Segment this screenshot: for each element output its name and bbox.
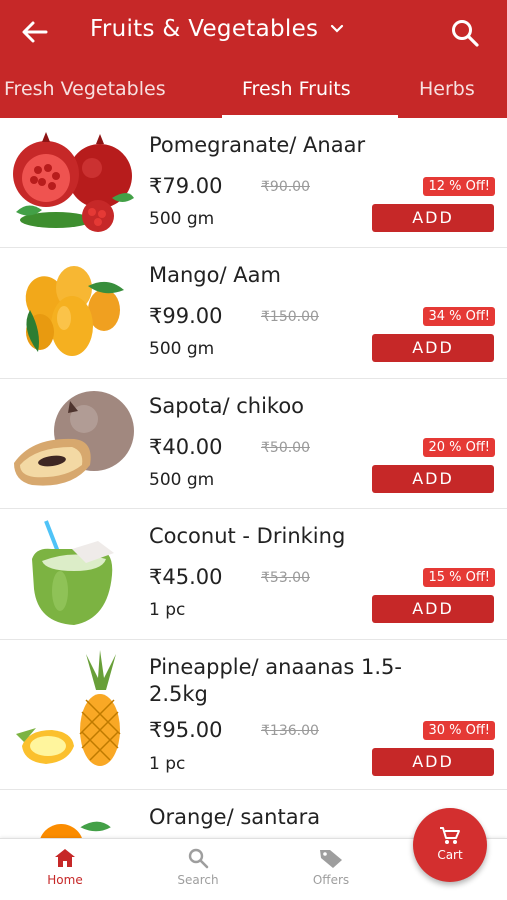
discount-badge: 20 % Off! bbox=[423, 438, 495, 457]
product-card: Sapota/ chikoo ₹40.00 ₹50.00 20 % Off! 5… bbox=[0, 379, 507, 509]
nav-home[interactable]: Home bbox=[20, 847, 110, 887]
cart-label: Cart bbox=[437, 848, 463, 862]
page-title: Fruits & Vegetables bbox=[90, 16, 319, 42]
nav-offers[interactable]: Offers bbox=[286, 847, 376, 887]
product-card: Coconut - Drinking ₹45.00 ₹53.00 15 % Of… bbox=[0, 509, 507, 640]
product-mrp: ₹150.00 bbox=[261, 309, 319, 325]
app-bar: Fruits & Vegetables Fresh Vegetables Fre… bbox=[0, 0, 507, 118]
add-to-cart-button[interactable]: ADD bbox=[372, 748, 494, 776]
product-name: Orange/ santara bbox=[149, 805, 321, 829]
coconut-image bbox=[32, 520, 114, 625]
pomegranate-image bbox=[13, 132, 134, 232]
sapota-image bbox=[14, 391, 134, 486]
product-name: Sapota/ chikoo bbox=[149, 394, 305, 418]
product-price: ₹95.00 bbox=[149, 718, 223, 742]
back-arrow-icon[interactable] bbox=[20, 17, 50, 47]
product-mrp: ₹50.00 bbox=[261, 440, 310, 456]
mango-image bbox=[25, 266, 124, 356]
discount-badge: 34 % Off! bbox=[423, 307, 495, 326]
pineapple-image bbox=[16, 650, 121, 766]
product-name: Pineapple/ anaanas 1.5-2.5kg bbox=[149, 655, 402, 706]
product-quantity: 1 pc bbox=[149, 754, 186, 774]
cart-button[interactable]: Cart bbox=[413, 808, 487, 882]
product-name: Coconut - Drinking bbox=[149, 524, 346, 548]
add-to-cart-button[interactable]: ADD bbox=[372, 204, 494, 232]
cart-icon bbox=[440, 827, 460, 844]
product-price: ₹79.00 bbox=[149, 174, 223, 198]
product-price: ₹40.00 bbox=[149, 435, 223, 459]
add-to-cart-button[interactable]: ADD bbox=[372, 595, 494, 623]
category-selector[interactable]: Fruits & Vegetables bbox=[90, 16, 344, 42]
product-card: Pineapple/ anaanas 1.5-2.5kg ₹95.00 ₹136… bbox=[0, 640, 507, 790]
product-card: Mango/ Aam ₹99.00 ₹150.00 34 % Off! 500 … bbox=[0, 248, 507, 379]
product-quantity: 500 gm bbox=[149, 209, 215, 229]
tab-herbs[interactable]: Herbs bbox=[419, 78, 475, 100]
add-to-cart-button[interactable]: ADD bbox=[372, 334, 494, 362]
discount-badge: 30 % Off! bbox=[423, 721, 495, 740]
tab-fresh-fruits[interactable]: Fresh Fruits bbox=[242, 78, 351, 100]
product-mrp: ₹53.00 bbox=[261, 570, 310, 586]
nav-search[interactable]: Search bbox=[153, 847, 243, 887]
product-mrp: ₹90.00 bbox=[261, 179, 310, 195]
nav-home-label: Home bbox=[47, 873, 83, 887]
product-quantity: 1 pc bbox=[149, 600, 186, 620]
product-price: ₹45.00 bbox=[149, 565, 223, 589]
add-to-cart-button[interactable]: ADD bbox=[372, 465, 494, 493]
discount-badge: 15 % Off! bbox=[423, 568, 495, 587]
category-tabs: Fresh Vegetables Fresh Fruits Herbs bbox=[0, 72, 507, 118]
product-card: Pomegranate/ Anaar ₹79.00 ₹90.00 12 % Of… bbox=[0, 118, 507, 248]
product-quantity: 500 gm bbox=[149, 339, 215, 359]
product-name: Pomegranate/ Anaar bbox=[149, 133, 366, 157]
product-quantity: 500 gm bbox=[149, 470, 215, 490]
tag-icon bbox=[320, 850, 342, 868]
home-icon bbox=[55, 849, 75, 867]
nav-offers-label: Offers bbox=[312, 873, 350, 887]
nav-search-label: Search bbox=[177, 873, 219, 887]
tab-fresh-vegetables[interactable]: Fresh Vegetables bbox=[4, 78, 166, 100]
chevron-down-icon bbox=[331, 24, 344, 33]
search-icon bbox=[188, 848, 209, 869]
discount-badge: 12 % Off! bbox=[423, 177, 495, 196]
search-icon[interactable] bbox=[450, 18, 480, 48]
product-name: Mango/ Aam bbox=[149, 263, 281, 287]
product-mrp: ₹136.00 bbox=[261, 723, 319, 739]
product-price: ₹99.00 bbox=[149, 304, 223, 328]
